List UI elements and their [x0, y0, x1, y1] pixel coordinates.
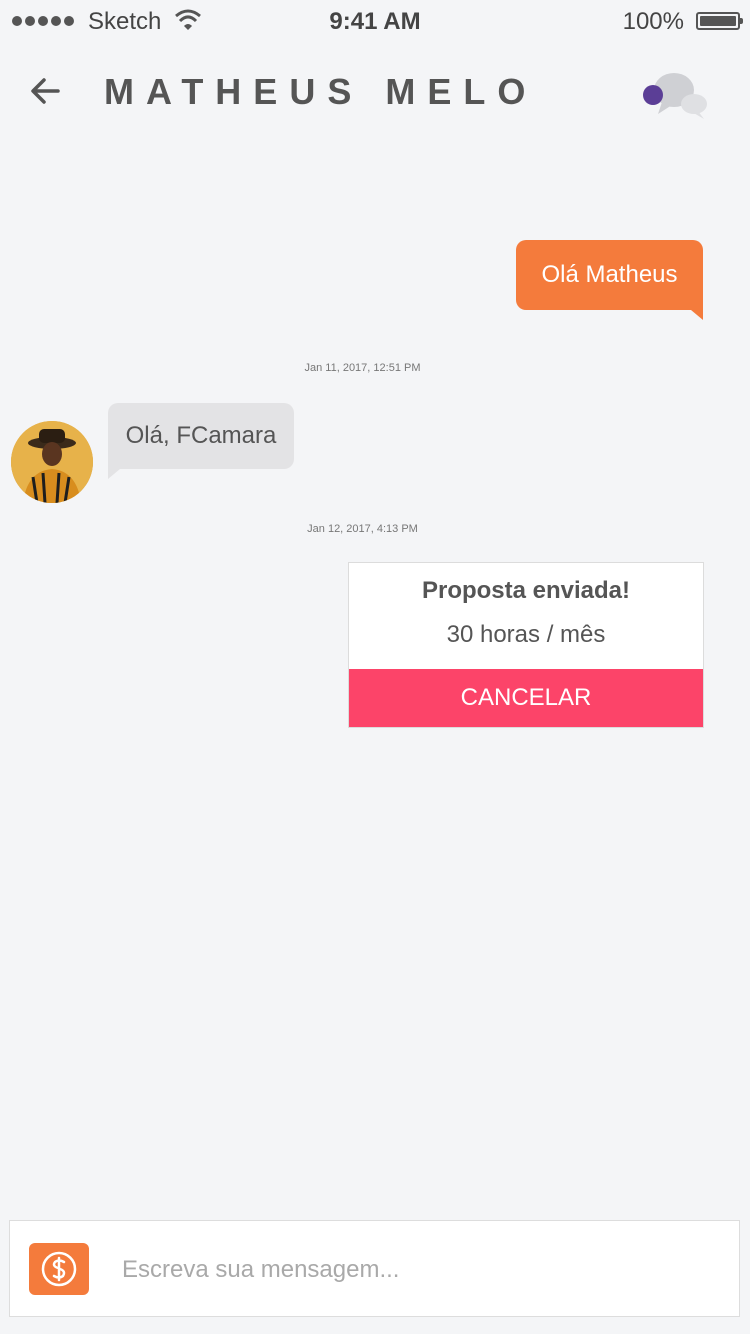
back-button[interactable]: [24, 70, 68, 114]
proposal-title: Proposta enviada!: [421, 577, 631, 604]
proposal-detail: 30 horas / mês: [446, 621, 606, 648]
outgoing-message: Olá Matheus: [516, 240, 703, 320]
message-timestamp: Jan 11, 2017, 12:51 PM: [304, 362, 421, 374]
page-title: MATHEUS MELO: [104, 71, 538, 112]
chat-bubbles-icon: [643, 73, 707, 119]
message-input[interactable]: [120, 1243, 724, 1297]
cancel-proposal-button[interactable]: CANCELAR: [349, 669, 703, 727]
chat-button[interactable]: [640, 66, 714, 124]
status-bar: Sketch 9:41 AM 100%: [0, 0, 750, 44]
avatar-photo: [11, 421, 93, 503]
avatar[interactable]: [11, 421, 93, 503]
dollar-icon: [41, 1251, 77, 1287]
online-badge: [643, 85, 663, 105]
arrow-left-icon: [31, 78, 60, 104]
message-composer: [9, 1220, 740, 1317]
battery-icon: [696, 12, 743, 30]
send-proposal-button[interactable]: [29, 1243, 89, 1295]
incoming-message: Olá, FCamara: [108, 403, 294, 479]
proposal-card: Proposta enviada! 30 horas / mês CANCELA…: [348, 562, 704, 728]
message-timestamp: Jan 12, 2017, 4:13 PM: [307, 523, 418, 535]
battery-percent: 100%: [622, 8, 684, 35]
